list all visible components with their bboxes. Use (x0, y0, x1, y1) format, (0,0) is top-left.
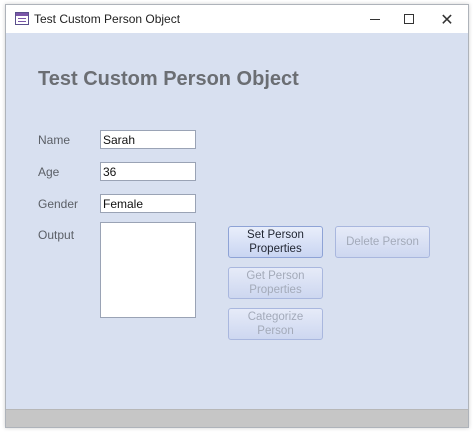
app-window: Test Custom Person Object ✕ Test Custom … (5, 4, 469, 428)
maximize-button[interactable] (392, 5, 426, 33)
age-label: Age (38, 165, 60, 179)
name-field[interactable]: Sarah (100, 130, 196, 149)
gender-field[interactable]: Female (100, 194, 196, 213)
form-icon (15, 12, 29, 25)
form-heading: Test Custom Person Object (38, 68, 299, 90)
close-button[interactable]: ✕ (430, 5, 464, 33)
window-title: Test Custom Person Object (34, 12, 181, 26)
maximize-icon (404, 14, 414, 24)
status-bar (6, 409, 468, 427)
output-label: Output (38, 228, 75, 242)
form-body: Test Custom Person Object Name Sarah Age… (6, 33, 468, 409)
title-bar[interactable]: Test Custom Person Object ✕ (6, 5, 468, 33)
get-person-properties-button[interactable]: Get Person Properties (228, 267, 323, 299)
minimize-button[interactable] (358, 5, 392, 33)
close-icon: ✕ (440, 9, 454, 29)
delete-person-button[interactable]: Delete Person (335, 226, 430, 258)
set-person-properties-button[interactable]: Set Person Properties (228, 226, 323, 258)
name-label: Name (38, 133, 71, 147)
output-field[interactable] (100, 222, 196, 318)
categorize-person-button[interactable]: Categorize Person (228, 308, 323, 340)
gender-label: Gender (38, 197, 79, 211)
minimize-icon (370, 18, 380, 20)
age-field[interactable]: 36 (100, 162, 196, 181)
